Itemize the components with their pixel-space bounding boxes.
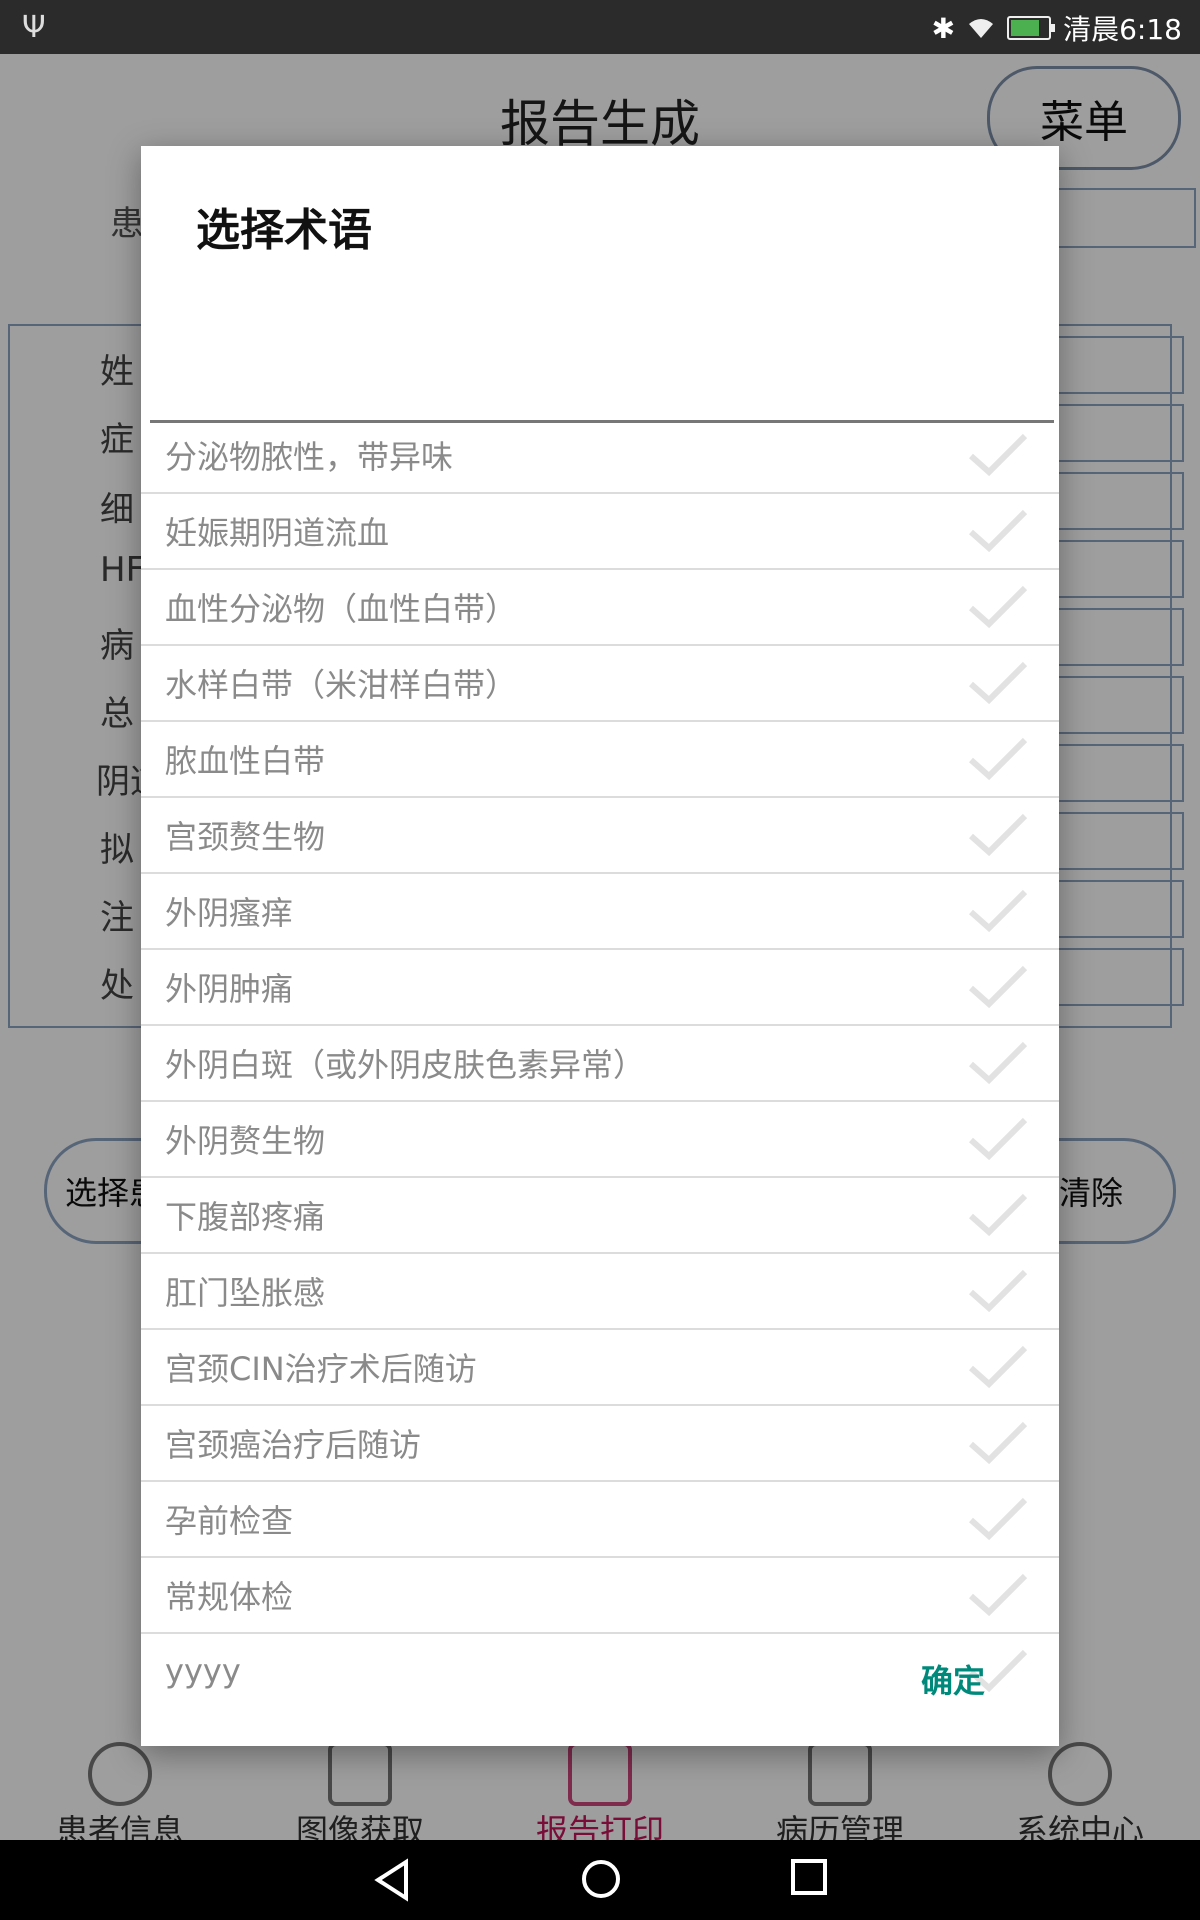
dialog-title: 选择术语 <box>196 205 372 256</box>
term-label: 肛门坠胀感 <box>165 1274 326 1312</box>
usb-icon: Ψ <box>22 10 46 45</box>
term-list-item[interactable]: 肛门坠胀感 <box>141 1254 1059 1330</box>
term-label: 下腹部疼痛 <box>165 1198 326 1236</box>
term-label: 脓血性白带 <box>165 742 326 780</box>
term-list-item[interactable]: 下腹部疼痛 <box>141 1178 1059 1254</box>
status-time: 清晨6:18 <box>1063 13 1182 46</box>
term-label: 外阴瘙痒 <box>165 894 294 932</box>
select-term-dialog: 选择术语 分泌物脓性，带异味 妊娠期阴道流血血性分泌物（血性白带） 水样白带（米泔样… <box>141 146 1059 1746</box>
term-list-item[interactable]: 外阴白斑（或外阴皮肤色素异常） <box>141 1026 1059 1102</box>
checkmark-icon[interactable] <box>967 584 1029 630</box>
term-list-item[interactable]: 外阴瘙痒 <box>141 874 1059 950</box>
term-list-item[interactable]: 水样白带（米泔样白带） <box>141 646 1059 722</box>
term-list-item[interactable]: 外阴肿痛 <box>141 950 1059 1026</box>
term-label: 宫颈赘生物 <box>165 818 326 856</box>
wifi-icon <box>969 19 994 38</box>
recents-icon[interactable] <box>790 1858 828 1896</box>
checkmark-icon[interactable] <box>967 1040 1029 1086</box>
ok-button[interactable]: 确定 <box>921 1656 985 1702</box>
term-label: 孕前检查 <box>165 1502 294 1540</box>
checkmark-icon[interactable] <box>967 736 1029 782</box>
term-label: 分泌物脓性，带异味 <box>165 438 454 476</box>
term-list-item[interactable]: 妊娠期阴道流血 <box>141 494 1059 570</box>
battery-icon <box>1007 16 1056 40</box>
checkmark-icon[interactable] <box>967 1268 1029 1314</box>
term-label: 宫颈癌治疗后随访 <box>165 1426 422 1464</box>
term-list-item[interactable]: 常规体检 <box>141 1558 1059 1634</box>
term-list-item[interactable]: 外阴赘生物 <box>141 1102 1059 1178</box>
home-icon[interactable] <box>580 1858 622 1900</box>
system-nav-bar <box>0 1840 1200 1920</box>
checkmark-icon[interactable] <box>967 888 1029 934</box>
bluetooth-icon: ✱ <box>931 11 956 45</box>
term-list-item[interactable]: 脓血性白带 <box>141 722 1059 798</box>
checkmark-icon[interactable] <box>967 508 1029 554</box>
term-label: 外阴白斑（或外阴皮肤色素异常） <box>165 1046 646 1084</box>
status-bar: Ψ ✱ 清晨6:18 <box>0 0 1200 54</box>
checkmark-icon[interactable] <box>967 812 1029 858</box>
checkmark-icon[interactable] <box>967 1344 1029 1390</box>
term-label: 宫颈CIN治疗术后随访 <box>165 1350 477 1388</box>
checkmark-icon[interactable] <box>967 964 1029 1010</box>
checkmark-icon[interactable] <box>967 1192 1029 1238</box>
checkmark-icon[interactable] <box>967 660 1029 706</box>
term-list-item[interactable]: 孕前检查 <box>141 1482 1059 1558</box>
term-list-item[interactable]: 宫颈癌治疗后随访 <box>141 1406 1059 1482</box>
back-icon[interactable] <box>372 1858 412 1902</box>
term-list-item[interactable]: 宫颈CIN治疗术后随访 <box>141 1330 1059 1406</box>
term-label: yyyy <box>165 1652 241 1690</box>
checkmark-icon[interactable] <box>967 1496 1029 1542</box>
term-list: 分泌物脓性，带异味 妊娠期阴道流血血性分泌物（血性白带） 水样白带（米泔样白带） 脓血… <box>141 418 1059 1708</box>
checkmark-icon[interactable] <box>967 432 1029 478</box>
term-label: 外阴肿痛 <box>165 970 294 1008</box>
checkmark-icon[interactable] <box>967 1116 1029 1162</box>
term-label: 常规体检 <box>165 1578 294 1616</box>
term-label: 外阴赘生物 <box>165 1122 326 1160</box>
checkmark-icon[interactable] <box>967 1572 1029 1618</box>
term-list-item[interactable]: 分泌物脓性，带异味 <box>141 418 1059 494</box>
term-list-item[interactable]: 宫颈赘生物 <box>141 798 1059 874</box>
term-label: 血性分泌物（血性白带） <box>165 590 518 628</box>
term-filter-input[interactable] <box>150 368 1054 423</box>
term-list-item[interactable]: 血性分泌物（血性白带） <box>141 570 1059 646</box>
term-label: 水样白带（米泔样白带） <box>165 666 518 704</box>
checkmark-icon[interactable] <box>967 1420 1029 1466</box>
term-label: 妊娠期阴道流血 <box>165 514 390 552</box>
